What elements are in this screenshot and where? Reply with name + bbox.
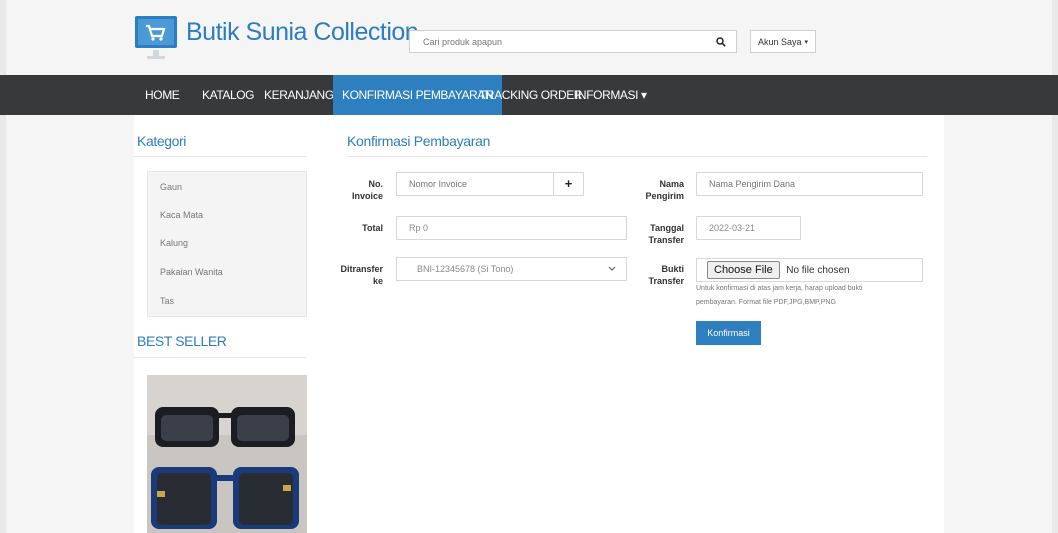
sender-label-line1: Nama xyxy=(659,179,684,189)
bestseller-title: BEST SELLER xyxy=(137,333,227,349)
total-label: Total xyxy=(362,223,383,233)
search-box xyxy=(409,30,737,53)
choose-file-button[interactable]: Choose File xyxy=(707,261,780,279)
total-field xyxy=(396,216,627,240)
invoice-field: + xyxy=(396,172,584,196)
divider xyxy=(134,357,306,358)
divider xyxy=(134,156,306,157)
proof-label-line1: Bukti xyxy=(661,264,685,274)
category-item-kalung[interactable]: Kalung xyxy=(148,229,306,257)
search-input[interactable] xyxy=(410,31,700,52)
shopping-cart-monitor-icon[interactable] xyxy=(134,14,178,62)
transfer-to-label-line1: Ditransfer xyxy=(340,264,383,274)
site-header: Butik Sunia Collection Akun Saya ▾ xyxy=(6,0,1052,75)
search-button[interactable] xyxy=(706,31,736,52)
nav-keranjang[interactable]: KERANJANG xyxy=(255,75,343,115)
sender-field xyxy=(696,172,923,196)
divider xyxy=(347,156,927,157)
category-list: Gaun Kaca Mata Kalung Pakaian Wanita Tas xyxy=(147,171,307,317)
proof-label-line2: Transfer xyxy=(648,276,684,286)
upload-help-line1: Untuk konfirmasi di atas jam kerja, hara… xyxy=(696,285,863,292)
date-label-line2: Transfer xyxy=(648,235,684,245)
transfer-to-label-line2: ke xyxy=(372,276,383,286)
category-item-gaun[interactable]: Gaun xyxy=(148,173,306,201)
search-icon xyxy=(716,36,726,47)
page-frame: Butik Sunia Collection Akun Saya ▾ HOME … xyxy=(0,0,1058,533)
account-dropdown[interactable]: Akun Saya ▾ xyxy=(750,30,816,53)
sender-label-line2: Pengirim xyxy=(645,191,684,201)
nav-home[interactable]: HOME xyxy=(136,75,188,115)
category-title: Kategori xyxy=(137,133,186,149)
main-nav: HOME KATALOG KERANJANG KONFIRMASI PEMBAY… xyxy=(0,75,1058,115)
chevron-down-icon xyxy=(608,266,616,271)
page-title: Konfirmasi Pembayaran xyxy=(347,133,491,149)
proof-label: Bukti Transfer xyxy=(622,263,684,287)
file-upload-field: Choose File No file chosen xyxy=(696,258,923,282)
transfer-date-input[interactable] xyxy=(709,217,800,239)
brand-name[interactable]: Butik Sunia Collection xyxy=(186,18,419,47)
bestseller-product-image[interactable] xyxy=(147,375,307,533)
category-item-pakaian-wanita[interactable]: Pakaian Wanita xyxy=(148,258,306,286)
category-item-tas[interactable]: Tas xyxy=(148,287,306,315)
upload-help-line2: pembayaran. Format file PDF,JPG,BMP,PNG xyxy=(696,299,836,306)
content-panel: Kategori Gaun Kaca Mata Kalung Pakaian W… xyxy=(134,115,944,533)
date-label: Tanggal Transfer xyxy=(622,222,684,246)
sender-label: Nama Pengirim xyxy=(622,178,684,202)
date-field xyxy=(696,216,801,240)
sunglasses-photo xyxy=(147,375,307,533)
file-status: No file chosen xyxy=(786,265,850,276)
nav-informasi[interactable]: INFORMASI ▾ xyxy=(566,75,656,115)
invoice-label: No. Invoice xyxy=(329,178,383,202)
total-input[interactable] xyxy=(409,217,626,239)
upload-help-text: Untuk konfirmasi di atas jam kerja, hara… xyxy=(696,282,906,310)
chevron-down-icon: ▾ xyxy=(804,38,809,46)
transfer-to-select[interactable]: BNI-12345678 (Si Tono) xyxy=(396,257,627,281)
date-label-line1: Tanggal xyxy=(650,223,684,233)
account-label: Akun Saya xyxy=(757,36,802,47)
invoice-label-line2: Invoice xyxy=(351,191,383,201)
konfirmasi-button[interactable]: Konfirmasi xyxy=(696,321,761,345)
transfer-to-value: BNI-12345678 (Si Tono) xyxy=(417,264,514,274)
category-item-kaca-mata[interactable]: Kaca Mata xyxy=(148,201,306,229)
plus-icon[interactable]: + xyxy=(553,173,583,195)
sender-name-input[interactable] xyxy=(709,173,922,195)
invoice-label-line1: No. xyxy=(368,179,384,189)
nav-katalog[interactable]: KATALOG xyxy=(193,75,263,115)
transfer-to-label: Ditransfer ke xyxy=(329,263,383,287)
